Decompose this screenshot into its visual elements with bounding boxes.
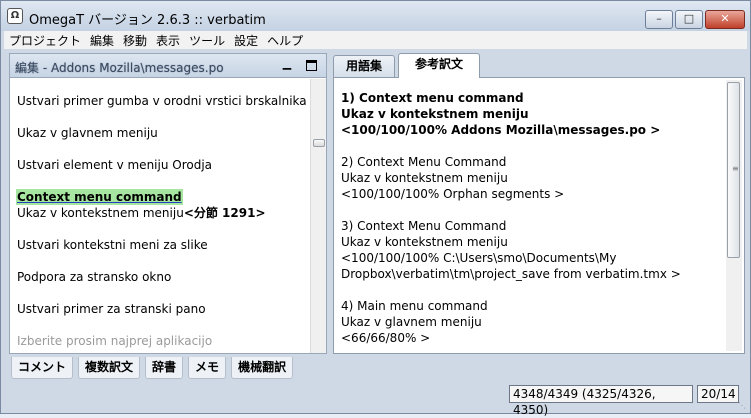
tab-dictionary[interactable]: 辞書 bbox=[145, 357, 184, 379]
editor-scrollbar-thumb[interactable] bbox=[313, 139, 325, 147]
match-target: Ukaz v kontekstnem meniju bbox=[341, 235, 508, 249]
resize-grip-icon[interactable]: ⋱ bbox=[738, 401, 746, 410]
active-segment-source: Context menu command bbox=[16, 189, 183, 205]
segment-number-tag: <分節 1291> bbox=[183, 206, 266, 220]
match-entry[interactable]: 4) Main menu command Ukaz v glavnem meni… bbox=[341, 298, 724, 346]
scrollbar-grip-icon: ≡ bbox=[732, 164, 739, 173]
bottom-pane-tabs: コメント 複数訳文 辞書 メモ 機械翻訳 bbox=[11, 357, 298, 379]
segment-untranslated[interactable]: Izberite prosim najprej aplikacijo bbox=[17, 333, 310, 353]
editor-pane-header: 編集 - Addons Mozilla\messages.po ▁ bbox=[10, 54, 326, 78]
segment-target[interactable]: Podpora za stransko okno bbox=[17, 269, 310, 301]
match-target: Ukaz v kontekstnem meniju bbox=[341, 107, 529, 121]
active-segment-target[interactable]: Ukaz v kontekstnem meniju bbox=[17, 206, 184, 220]
editor-body[interactable]: Ustvari primer gumba v orodni vrstici br… bbox=[10, 79, 310, 353]
fuzzy-matches-pane: 1) Context menu command Ukaz v kontekstn… bbox=[333, 77, 745, 354]
tab-comments[interactable]: コメント bbox=[11, 357, 74, 379]
match-info: <100/100/100% C:\Users\smo\Documents\My bbox=[341, 251, 617, 265]
tab-glossary[interactable]: 用語集 bbox=[333, 55, 395, 77]
match-entry[interactable]: 2) Context Menu Command Ukaz v kontekstn… bbox=[341, 154, 724, 202]
match-source: 3) Context Menu Command bbox=[341, 219, 507, 233]
segment-target[interactable]: Ukaz v glavnem meniju bbox=[17, 125, 310, 157]
match-info: <100/100/100% Orphan segments > bbox=[341, 187, 565, 201]
match-source: 4) Main menu command bbox=[341, 299, 488, 313]
match-info: <66/66/80% > bbox=[341, 331, 431, 345]
minimize-button[interactable]: – bbox=[645, 10, 673, 29]
app-window: Ω OmegaT バージョン 2.6.3 :: verbatim – □ ✕ プ… bbox=[0, 0, 751, 417]
right-tab-strip: 用語集 参考訳文 bbox=[333, 53, 745, 78]
omegat-logo-icon: Ω bbox=[7, 8, 23, 24]
editor-pane: 編集 - Addons Mozilla\messages.po ▁ Ustvar… bbox=[9, 53, 327, 354]
menu-view[interactable]: 表示 bbox=[151, 32, 184, 49]
menu-options[interactable]: 設定 bbox=[229, 32, 262, 49]
segment-target[interactable]: Ustvari primer za stranski pano bbox=[17, 301, 310, 333]
status-progress: 4348/4349 (4325/4326, 4350) bbox=[509, 385, 693, 417]
editor-scrollbar[interactable] bbox=[310, 79, 326, 353]
menu-goto[interactable]: 移動 bbox=[118, 32, 151, 49]
match-entry[interactable]: 1) Context menu command Ukaz v kontekstn… bbox=[341, 90, 724, 138]
menu-edit[interactable]: 編集 bbox=[85, 32, 118, 49]
menu-tools[interactable]: ツール bbox=[184, 32, 229, 49]
matches-scrollbar[interactable]: ≡ bbox=[726, 80, 742, 351]
segment-target[interactable]: Ustvari kontekstni meni za slike bbox=[17, 237, 310, 269]
tab-notes[interactable]: メモ bbox=[188, 357, 227, 379]
match-entry[interactable]: 3) Context Menu Command Ukaz v kontekstn… bbox=[341, 218, 724, 282]
menu-project[interactable]: プロジェクト bbox=[4, 32, 85, 49]
maximize-button[interactable]: □ bbox=[675, 10, 703, 29]
tab-multiple-translations[interactable]: 複数訳文 bbox=[78, 357, 141, 379]
match-source: 1) Context menu command bbox=[341, 91, 524, 105]
match-target: Ukaz v glavnem meniju bbox=[341, 315, 482, 329]
segment-target[interactable]: Ustvari primer gumba v orodni vrstici br… bbox=[17, 93, 310, 125]
close-button[interactable]: ✕ bbox=[705, 10, 745, 29]
match-info: <100/100/100% Addons Mozilla\messages.po… bbox=[341, 123, 661, 137]
match-info-path: Dropbox\verbatim\tm\project_save from ve… bbox=[341, 267, 681, 281]
match-target: Ukaz v kontekstnem meniju bbox=[341, 171, 508, 185]
match-source: 2) Context Menu Command bbox=[341, 155, 507, 169]
title-bar: Ω OmegaT バージョン 2.6.3 :: verbatim – □ ✕ bbox=[1, 1, 750, 31]
window-title: OmegaT バージョン 2.6.3 :: verbatim bbox=[29, 13, 266, 28]
pane-minimize-icon[interactable]: ▁ bbox=[280, 58, 294, 72]
status-segment-count: 20/14 bbox=[697, 385, 739, 403]
pane-maximize-icon[interactable] bbox=[306, 60, 317, 71]
menu-help[interactable]: ヘルプ bbox=[262, 32, 307, 49]
menu-bar: プロジェクト 編集 移動 表示 ツール 設定 ヘルプ bbox=[4, 31, 747, 49]
active-segment-editor[interactable]: Ukaz v kontekstnem meniju<分節 1291> bbox=[17, 205, 310, 237]
matches-scrollbar-thumb[interactable]: ≡ bbox=[727, 82, 740, 258]
fuzzy-matches-body[interactable]: 1) Context menu command Ukaz v kontekstn… bbox=[334, 78, 724, 353]
tab-machine-translation[interactable]: 機械翻訳 bbox=[231, 357, 294, 379]
tab-fuzzy-matches[interactable]: 参考訳文 bbox=[398, 53, 480, 78]
editor-pane-title: 編集 - Addons Mozilla\messages.po bbox=[15, 61, 224, 75]
segment-target[interactable]: Ustvari element v meniju Orodja bbox=[17, 157, 310, 189]
